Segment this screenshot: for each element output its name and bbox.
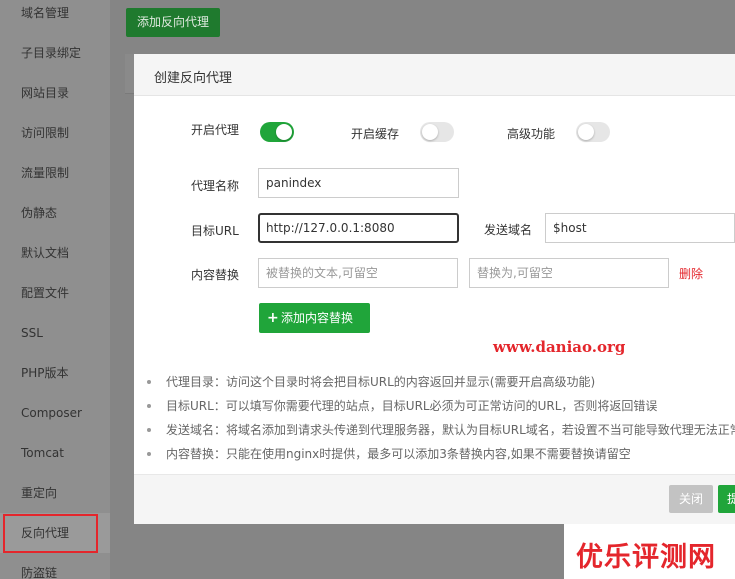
enable-cache-toggle[interactable]	[420, 122, 454, 142]
sidebar-item-traffic-limit[interactable]: 流量限制	[0, 153, 110, 193]
dialog-footer: 关闭 提	[134, 474, 735, 524]
target-url-label: 目标URL	[191, 224, 239, 238]
tips-list: 代理目录：访问这个目录时将会把目标URL的内容返回并显示(需要开启高级功能) 目…	[147, 370, 735, 466]
bullet-icon	[147, 380, 151, 384]
plus-icon: +	[267, 310, 279, 326]
highlight-box	[3, 514, 98, 553]
bullet-icon	[147, 452, 151, 456]
add-content-replace-button[interactable]: + 添加内容替换	[259, 303, 370, 333]
brand-text: 优乐评测网	[576, 542, 716, 573]
toggle-knob	[422, 124, 438, 140]
bullet-icon	[147, 428, 151, 432]
add-reverse-proxy-button[interactable]: 添加反向代理	[126, 8, 220, 37]
tip-text: 代理目录：访问这个目录时将会把目标URL的内容返回并显示(需要开启高级功能)	[166, 375, 596, 389]
content-replace-label: 内容替换	[191, 268, 240, 282]
add-content-replace-label: 添加内容替换	[281, 311, 354, 325]
sidebar-item-php-version[interactable]: PHP版本	[0, 353, 110, 393]
delete-replace-link[interactable]: 删除	[679, 265, 703, 282]
sidebar-item-tomcat[interactable]: Tomcat	[0, 433, 110, 473]
close-button[interactable]: 关闭	[669, 485, 713, 513]
sidebar-item-access-limit[interactable]: 访问限制	[0, 113, 110, 153]
sidebar-item-redirect[interactable]: 重定向	[0, 473, 110, 513]
enable-proxy-toggle[interactable]	[260, 122, 294, 142]
sidebar-item-rewrite[interactable]: 伪静态	[0, 193, 110, 233]
dialog-header: 创建反向代理	[134, 54, 735, 96]
sidebar-item-config-file[interactable]: 配置文件	[0, 273, 110, 313]
advanced-toggle[interactable]	[576, 122, 610, 142]
send-domain-label: 发送域名	[484, 223, 533, 237]
list-item: 发送域名：将域名添加到请求头传递到代理服务器，默认为目标URL域名，若设置不当可…	[147, 418, 735, 442]
sidebar-item-ssl[interactable]: SSL	[0, 313, 110, 353]
replace-from-input[interactable]: 被替换的文本,可留空	[258, 258, 458, 288]
list-item: 目标URL：可以填写你需要代理的站点，目标URL必须为可正常访问的URL，否则将…	[147, 394, 735, 418]
advanced-label: 高级功能	[507, 127, 556, 141]
bullet-icon	[147, 404, 151, 408]
toggle-knob	[276, 124, 292, 140]
target-url-input[interactable]: http://127.0.0.1:8080	[258, 213, 459, 243]
tip-text: 内容替换：只能在使用nginx时提供，最多可以添加3条替换内容,如果不需要替换请…	[166, 447, 631, 461]
create-proxy-dialog: 创建反向代理 开启代理 开启缓存 高级功能 代理名称 panindex 目标UR…	[134, 54, 735, 524]
watermark-text: www.daniao.org	[493, 338, 626, 356]
submit-button[interactable]: 提	[718, 485, 735, 513]
proxy-name-input[interactable]: panindex	[258, 168, 459, 198]
list-item: 内容替换：只能在使用nginx时提供，最多可以添加3条替换内容,如果不需要替换请…	[147, 442, 735, 466]
list-item: 代理目录：访问这个目录时将会把目标URL的内容返回并显示(需要开启高级功能)	[147, 370, 735, 394]
sidebar: 域名管理 子目录绑定 网站目录 访问限制 流量限制 伪静态 默认文档 配置文件 …	[0, 0, 110, 579]
proxy-name-label: 代理名称	[191, 179, 240, 193]
sidebar-item-hotlink[interactable]: 防盗链	[0, 553, 110, 579]
sidebar-item-domain[interactable]: 域名管理	[0, 0, 110, 33]
tip-text: 目标URL：可以填写你需要代理的站点，目标URL必须为可正常访问的URL，否则将…	[166, 399, 658, 413]
sidebar-item-subdir[interactable]: 子目录绑定	[0, 33, 110, 73]
brand-watermark: 优乐评测网	[564, 524, 735, 579]
sidebar-item-composer[interactable]: Composer	[0, 393, 110, 433]
dialog-title: 创建反向代理	[154, 71, 233, 86]
sidebar-item-default-doc[interactable]: 默认文档	[0, 233, 110, 273]
tip-text: 发送域名：将域名添加到请求头传递到代理服务器，默认为目标URL域名，若设置不当可…	[166, 423, 735, 437]
enable-proxy-label: 开启代理	[191, 123, 240, 137]
enable-cache-label: 开启缓存	[351, 127, 400, 141]
send-domain-input[interactable]: $host	[545, 213, 735, 243]
toggle-knob	[578, 124, 594, 140]
replace-to-input[interactable]: 替换为,可留空	[469, 258, 669, 288]
sidebar-item-site-dir[interactable]: 网站目录	[0, 73, 110, 113]
